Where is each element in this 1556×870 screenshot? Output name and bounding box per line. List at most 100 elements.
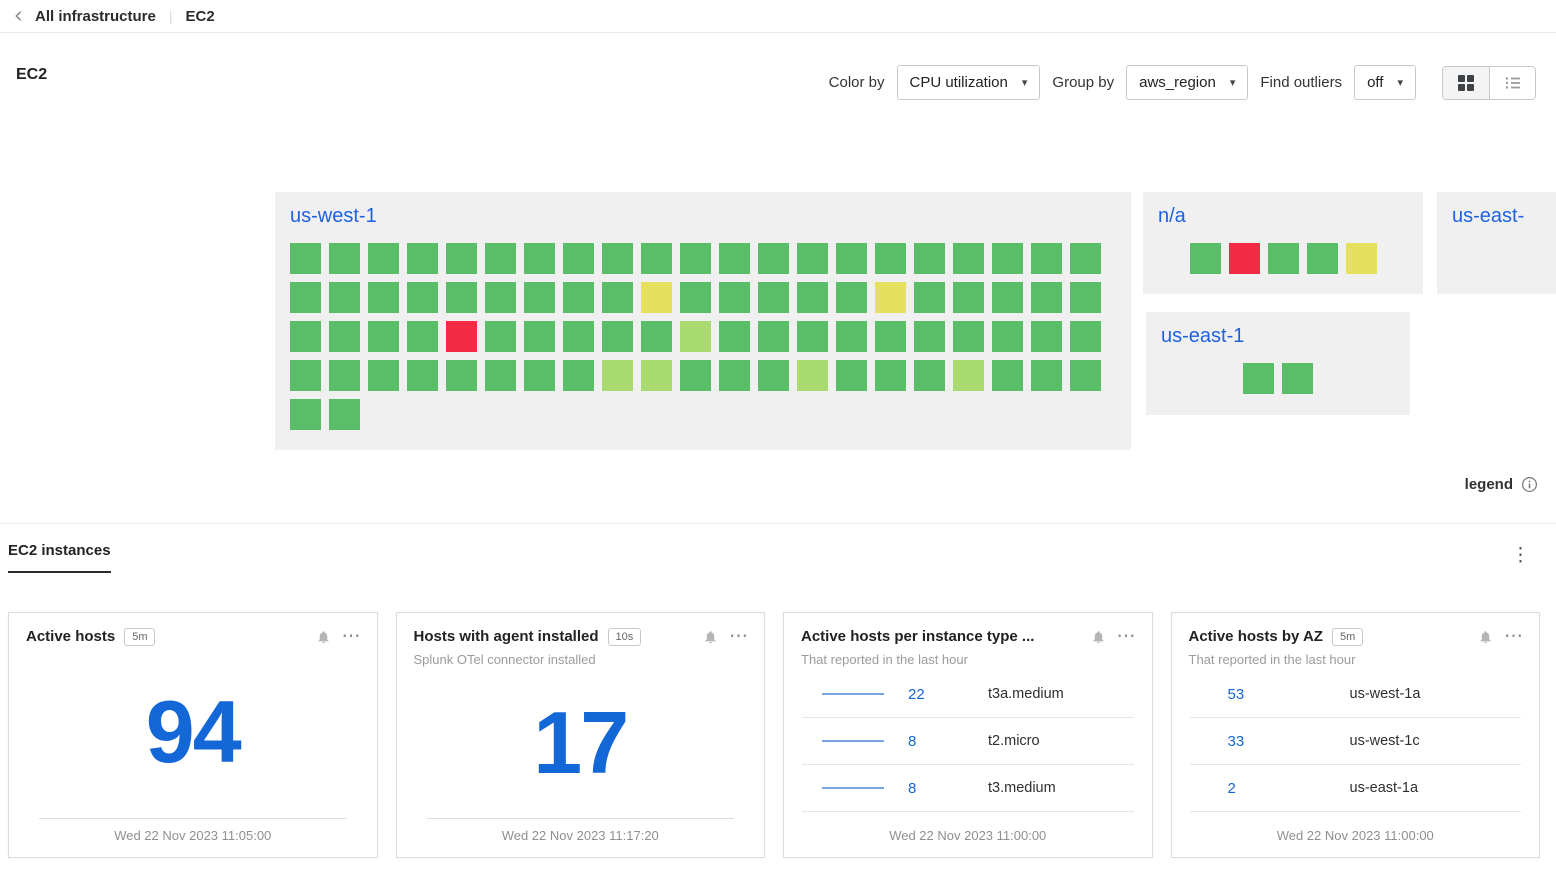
heatmap-cell[interactable]: [368, 321, 399, 352]
heatmap-cell[interactable]: [680, 321, 711, 352]
color-by-select[interactable]: CPU utilization ▾: [897, 65, 1041, 100]
heatmap-cell[interactable]: [563, 321, 594, 352]
heatmap-cell[interactable]: [992, 282, 1023, 313]
heatmap-group-title[interactable]: n/a: [1158, 203, 1408, 229]
heatmap-cell[interactable]: [407, 243, 438, 274]
heatmap-cell[interactable]: [485, 321, 516, 352]
heatmap-cell[interactable]: [797, 282, 828, 313]
heatmap-cell[interactable]: [563, 243, 594, 274]
heatmap-cell[interactable]: [719, 360, 750, 391]
heatmap-cell[interactable]: [329, 399, 360, 430]
heatmap-cell[interactable]: [875, 282, 906, 313]
heatmap-cell[interactable]: [719, 321, 750, 352]
heatmap-cell[interactable]: [1031, 282, 1062, 313]
heatmap-cell[interactable]: [1268, 243, 1299, 274]
heatmap-cell[interactable]: [446, 282, 477, 313]
heatmap-cell[interactable]: [680, 243, 711, 274]
list-view-button[interactable]: [1489, 67, 1535, 99]
bell-icon[interactable]: [316, 629, 331, 645]
heatmap-cell[interactable]: [680, 282, 711, 313]
heatmap-cell[interactable]: [1070, 282, 1101, 313]
heatmap-cell[interactable]: [1190, 243, 1221, 274]
heatmap-cell[interactable]: [1229, 243, 1260, 274]
heatmap-cell[interactable]: [407, 282, 438, 313]
heatmap-cell[interactable]: [758, 282, 789, 313]
heatmap-cell[interactable]: [875, 321, 906, 352]
heatmap-cell[interactable]: [797, 243, 828, 274]
heatmap-cell[interactable]: [329, 243, 360, 274]
heatmap-cell[interactable]: [758, 360, 789, 391]
heatmap-cell[interactable]: [1243, 363, 1274, 394]
heatmap-cell[interactable]: [368, 360, 399, 391]
heatmap-cell[interactable]: [446, 321, 477, 352]
heatmap-cell[interactable]: [797, 321, 828, 352]
heatmap-cell[interactable]: [1070, 360, 1101, 391]
bell-icon[interactable]: [703, 629, 718, 645]
heatmap-cell[interactable]: [953, 321, 984, 352]
heatmap-cell[interactable]: [992, 243, 1023, 274]
heatmap-cell[interactable]: [446, 360, 477, 391]
heatmap-cell[interactable]: [602, 321, 633, 352]
heatmap-cell[interactable]: [836, 321, 867, 352]
heatmap-cell[interactable]: [992, 321, 1023, 352]
heatmap-cell[interactable]: [875, 243, 906, 274]
bell-icon[interactable]: [1478, 629, 1493, 645]
heatmap-cell[interactable]: [602, 360, 633, 391]
heatmap-cell[interactable]: [290, 321, 321, 352]
tab-ec2-instances[interactable]: EC2 instances: [8, 542, 111, 573]
heatmap-cell[interactable]: [602, 282, 633, 313]
back-chevron-icon[interactable]: [12, 9, 26, 23]
heatmap-cell[interactable]: [914, 321, 945, 352]
heatmap-cell[interactable]: [563, 282, 594, 313]
heatmap-cell[interactable]: [992, 360, 1023, 391]
heatmap-cell[interactable]: [329, 360, 360, 391]
heatmap-cell[interactable]: [1031, 360, 1062, 391]
heatmap-cell[interactable]: [836, 243, 867, 274]
heatmap-cell[interactable]: [914, 243, 945, 274]
heatmap-cell[interactable]: [719, 243, 750, 274]
heatmap-cell[interactable]: [875, 360, 906, 391]
heatmap-cell[interactable]: [758, 321, 789, 352]
heatmap-cell[interactable]: [1031, 321, 1062, 352]
heatmap-cell[interactable]: [1070, 321, 1101, 352]
heatmap-cell[interactable]: [602, 243, 633, 274]
heatmap-cell[interactable]: [836, 360, 867, 391]
legend-label[interactable]: legend: [1465, 476, 1513, 493]
heatmap-cell[interactable]: [1307, 243, 1338, 274]
more-options-icon[interactable]: ⋯: [340, 627, 363, 646]
heatmap-cell[interactable]: [719, 282, 750, 313]
heatmap-cell[interactable]: [641, 282, 672, 313]
heatmap-cell[interactable]: [290, 360, 321, 391]
heatmap-cell[interactable]: [914, 282, 945, 313]
heatmap-group-title[interactable]: us-west-1: [290, 203, 1116, 229]
heatmap-cell[interactable]: [953, 243, 984, 274]
heatmap-cell[interactable]: [524, 360, 555, 391]
heatmap-cell[interactable]: [563, 360, 594, 391]
grid-view-button[interactable]: [1443, 67, 1489, 99]
heatmap-cell[interactable]: [329, 321, 360, 352]
heatmap-cell[interactable]: [1031, 243, 1062, 274]
heatmap-cell[interactable]: [407, 321, 438, 352]
heatmap-cell[interactable]: [446, 243, 477, 274]
find-outliers-select[interactable]: off ▾: [1354, 65, 1416, 100]
heatmap-cell[interactable]: [485, 243, 516, 274]
heatmap-cell[interactable]: [485, 282, 516, 313]
heatmap-cell[interactable]: [641, 321, 672, 352]
heatmap-cell[interactable]: [953, 360, 984, 391]
heatmap-cell[interactable]: [1282, 363, 1313, 394]
heatmap-cell[interactable]: [485, 360, 516, 391]
heatmap-cell[interactable]: [1346, 243, 1377, 274]
more-options-icon[interactable]: ⋯: [727, 627, 750, 646]
heatmap-cell[interactable]: [329, 282, 360, 313]
heatmap-cell[interactable]: [290, 282, 321, 313]
heatmap-cell[interactable]: [368, 243, 399, 274]
heatmap-cell[interactable]: [290, 243, 321, 274]
group-by-select[interactable]: aws_region ▾: [1126, 65, 1248, 100]
heatmap-cell[interactable]: [524, 321, 555, 352]
heatmap-cell[interactable]: [758, 243, 789, 274]
heatmap-cell[interactable]: [836, 282, 867, 313]
more-options-icon[interactable]: ⋯: [1502, 627, 1525, 646]
heatmap-cell[interactable]: [524, 282, 555, 313]
heatmap-cell[interactable]: [641, 360, 672, 391]
heatmap-cell[interactable]: [1070, 243, 1101, 274]
